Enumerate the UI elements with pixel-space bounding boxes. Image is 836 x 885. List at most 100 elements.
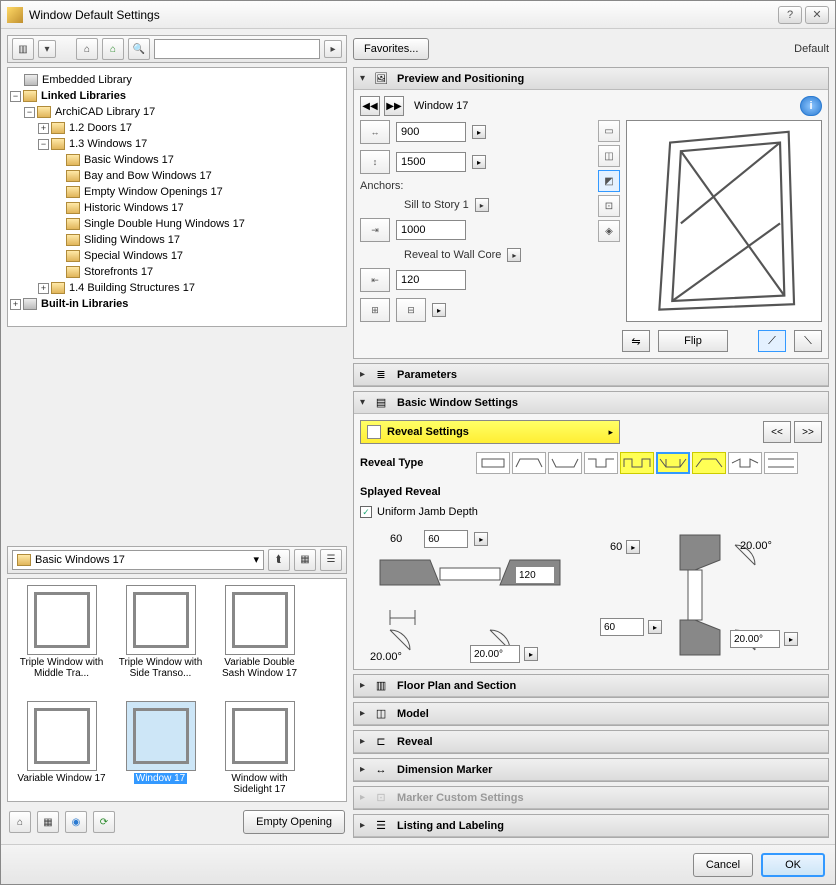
search-input[interactable] bbox=[154, 39, 320, 59]
pv-shaded-icon[interactable]: ◩ bbox=[598, 170, 620, 192]
cancel-button[interactable]: Cancel bbox=[693, 853, 753, 877]
view-list-button[interactable]: ☰ bbox=[320, 549, 342, 571]
reveal-prev-button[interactable]: << bbox=[763, 421, 791, 443]
collapse-icon[interactable]: − bbox=[24, 107, 35, 118]
option2-icon[interactable]: ⊟ bbox=[396, 298, 426, 322]
lib-manager-icon[interactable]: ⌂ bbox=[9, 811, 31, 833]
library-tree[interactable]: Embedded Library −Linked Libraries −Arch… bbox=[7, 67, 347, 327]
option-menu[interactable]: ▸ bbox=[432, 303, 446, 317]
empty-opening-button[interactable]: Empty Opening bbox=[243, 810, 345, 834]
sill-input[interactable] bbox=[396, 220, 466, 240]
expand-icon[interactable]: + bbox=[38, 283, 49, 294]
favorites-button[interactable]: Favorites... bbox=[353, 38, 429, 60]
reveal-type-3[interactable] bbox=[548, 452, 582, 474]
browser-path[interactable]: Basic Windows 17 ▾ bbox=[12, 550, 264, 570]
filter-chair-green-icon[interactable]: ⌂ bbox=[102, 38, 124, 60]
collapse-icon[interactable]: − bbox=[10, 91, 21, 102]
refresh-icon[interactable]: ⟳ bbox=[93, 811, 115, 833]
tree-node-archicad[interactable]: −ArchiCAD Library 17 bbox=[10, 104, 344, 120]
tree-node-builtin[interactable]: +Built-in Libraries bbox=[10, 296, 344, 312]
panel-reveal-header[interactable]: ▸ ⊏ Reveal bbox=[354, 731, 828, 753]
panel-listing-header[interactable]: ▸ ☰ Listing and Labeling bbox=[354, 815, 828, 837]
thumb-triple-middle[interactable]: Triple Window with Middle Tra... bbox=[14, 585, 109, 695]
plan-angle-input[interactable] bbox=[470, 645, 520, 663]
width-input[interactable] bbox=[396, 122, 466, 142]
reveal-type-1[interactable] bbox=[476, 452, 510, 474]
sect-input-60d[interactable] bbox=[600, 618, 644, 636]
pv-wireframe-icon[interactable]: ▭ bbox=[598, 120, 620, 142]
tree-node-windows[interactable]: −1.3 Windows 17 bbox=[10, 136, 344, 152]
tree-node-building-struct[interactable]: +1.4 Building Structures 17 bbox=[10, 280, 344, 296]
preview-canvas[interactable] bbox=[626, 120, 822, 322]
view-mode-button[interactable]: ▥ bbox=[12, 38, 34, 60]
panel-basic-header[interactable]: ▾ ▤ Basic Window Settings bbox=[354, 392, 828, 414]
reveal-type-6-selected[interactable] bbox=[656, 452, 690, 474]
width-stepper[interactable]: ▸ bbox=[472, 125, 486, 139]
reveal-menu[interactable]: ▸ bbox=[507, 248, 521, 262]
tree-node-linked[interactable]: −Linked Libraries bbox=[10, 88, 344, 104]
expand-icon[interactable]: + bbox=[38, 123, 49, 134]
chevron-down-icon[interactable]: ▾ bbox=[253, 553, 259, 566]
reveal-type-5[interactable] bbox=[620, 452, 654, 474]
tree-node-empty[interactable]: Empty Window Openings 17 bbox=[10, 184, 344, 200]
thumb-triple-side[interactable]: Triple Window with Side Transo... bbox=[113, 585, 208, 695]
tree-node-historic[interactable]: Historic Windows 17 bbox=[10, 200, 344, 216]
pv-floor-icon[interactable]: ⊡ bbox=[598, 195, 620, 217]
filter-chair-icon[interactable]: ⌂ bbox=[76, 38, 98, 60]
close-button[interactable]: ✕ bbox=[805, 6, 829, 24]
thumb-variable-double[interactable]: Variable Double Sash Window 17 bbox=[212, 585, 307, 695]
thumb-variable[interactable]: Variable Window 17 bbox=[14, 701, 109, 803]
width-icon[interactable]: ↔ bbox=[360, 120, 390, 144]
thumb-window17[interactable]: Window 17 bbox=[113, 701, 208, 803]
height-icon[interactable]: ↕ bbox=[360, 150, 390, 174]
tree-node-doors[interactable]: +1.2 Doors 17 bbox=[10, 120, 344, 136]
info-button[interactable]: i bbox=[800, 96, 822, 116]
reveal-type-8[interactable] bbox=[728, 452, 762, 474]
panel-floorplan-header[interactable]: ▸ ▥ Floor Plan and Section bbox=[354, 675, 828, 697]
tree-node-single-double[interactable]: Single Double Hung Windows 17 bbox=[10, 216, 344, 232]
ok-button[interactable]: OK bbox=[761, 853, 825, 877]
tree-node-bay[interactable]: Bay and Bow Windows 17 bbox=[10, 168, 344, 184]
pv-hidden-icon[interactable]: ◫ bbox=[598, 145, 620, 167]
plan-input-60[interactable] bbox=[424, 530, 468, 548]
flip-button[interactable]: Flip bbox=[658, 330, 728, 352]
uniform-jamb-checkbox[interactable]: ✓ Uniform Jamb Depth bbox=[360, 506, 822, 518]
sect-60-stepper[interactable]: ▸ bbox=[626, 540, 640, 554]
nav-last-button[interactable]: ▶▶ bbox=[384, 96, 404, 116]
up-folder-button[interactable]: ⮬ bbox=[268, 549, 290, 571]
plan-60-stepper[interactable]: ▸ bbox=[474, 532, 488, 546]
reveal-type-2[interactable] bbox=[512, 452, 546, 474]
tree-node-embedded[interactable]: Embedded Library bbox=[10, 72, 344, 88]
sect-angle-input-d[interactable] bbox=[730, 630, 780, 648]
orient-left-icon[interactable]: ⟋ bbox=[758, 330, 786, 352]
search-go-button[interactable]: ▸ bbox=[324, 40, 342, 58]
orient-right-icon[interactable]: ⟍ bbox=[794, 330, 822, 352]
panel-marker-custom-header[interactable]: ▸ ⊡ Marker Custom Settings bbox=[354, 787, 828, 809]
right-scroll[interactable]: ▾ 🖼 Preview and Positioning ◀◀ ▶▶ Window… bbox=[353, 67, 829, 838]
panel-parameters-header[interactable]: ▸ ≣ Parameters bbox=[354, 364, 828, 386]
height-stepper[interactable]: ▸ bbox=[472, 155, 486, 169]
sill-anchor-icon[interactable]: ⇥ bbox=[360, 218, 390, 242]
height-input[interactable] bbox=[396, 152, 466, 172]
sill-menu[interactable]: ▸ bbox=[475, 198, 489, 212]
lib-parts-icon[interactable]: ▦ bbox=[37, 811, 59, 833]
view-large-button[interactable]: ▦ bbox=[294, 549, 316, 571]
reveal-type-9[interactable] bbox=[764, 452, 798, 474]
expand-icon[interactable]: + bbox=[10, 299, 21, 310]
panel-dimension-header[interactable]: ▸ ↔ Dimension Marker bbox=[354, 759, 828, 781]
panel-model-header[interactable]: ▸ ◫ Model bbox=[354, 703, 828, 725]
plan-input-120[interactable] bbox=[515, 566, 555, 584]
tree-node-special[interactable]: Special Windows 17 bbox=[10, 248, 344, 264]
reveal-type-7[interactable] bbox=[692, 452, 726, 474]
nav-first-button[interactable]: ◀◀ bbox=[360, 96, 380, 116]
library-browser[interactable]: Triple Window with Middle Tra... Triple … bbox=[7, 578, 347, 803]
collapse-icon[interactable]: − bbox=[38, 139, 49, 150]
search-icon[interactable]: 🔍 bbox=[128, 38, 150, 60]
plan-angle-stepper[interactable]: ▸ bbox=[524, 647, 538, 661]
panel-preview-header[interactable]: ▾ 🖼 Preview and Positioning bbox=[354, 68, 828, 90]
reveal-input[interactable] bbox=[396, 270, 466, 290]
reveal-next-button[interactable]: >> bbox=[794, 421, 822, 443]
help-button[interactable]: ? bbox=[778, 6, 802, 24]
reveal-settings-dropdown[interactable]: Reveal Settings ▸ bbox=[360, 420, 620, 444]
view-dropdown[interactable]: ▾ bbox=[38, 40, 56, 58]
